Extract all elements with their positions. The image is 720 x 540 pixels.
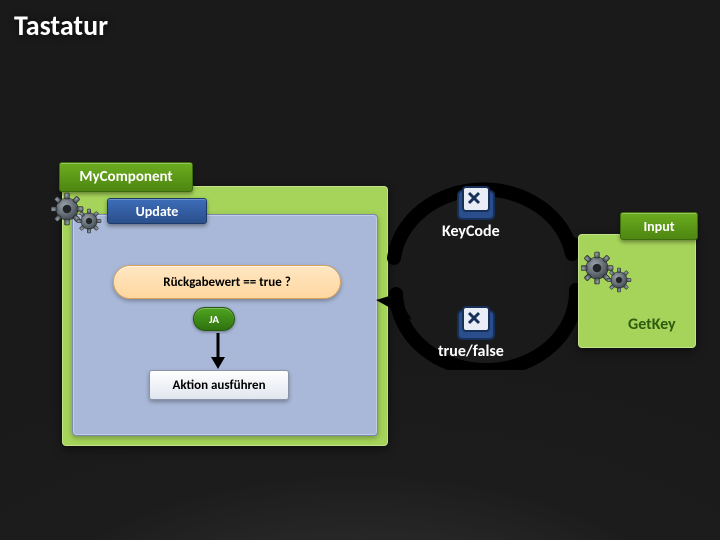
page-title: Tastatur: [14, 8, 108, 43]
gears-icon: [581, 250, 637, 298]
flow-param-label: KeyCode: [442, 222, 500, 241]
keycap-icon: [456, 303, 496, 341]
update-box: Update: [72, 214, 378, 436]
keycap-icon: [456, 183, 496, 221]
gears-icon: [51, 191, 107, 239]
mycomponent-panel: MyComponent Update: [62, 186, 388, 446]
decision-pill: Rückgabewert == true ?: [113, 265, 341, 299]
input-tag: Input: [620, 212, 698, 240]
getkey-label: GetKey: [628, 315, 676, 334]
decision-yes: JA: [193, 307, 235, 331]
arrow-down-icon: [211, 333, 225, 369]
input-panel: Input: [578, 234, 696, 348]
update-tag: Update: [107, 198, 207, 224]
action-box: Aktion ausführen: [149, 370, 289, 400]
flow-result-label: true/false: [438, 342, 504, 361]
mycomponent-tag: MyComponent: [59, 162, 193, 192]
